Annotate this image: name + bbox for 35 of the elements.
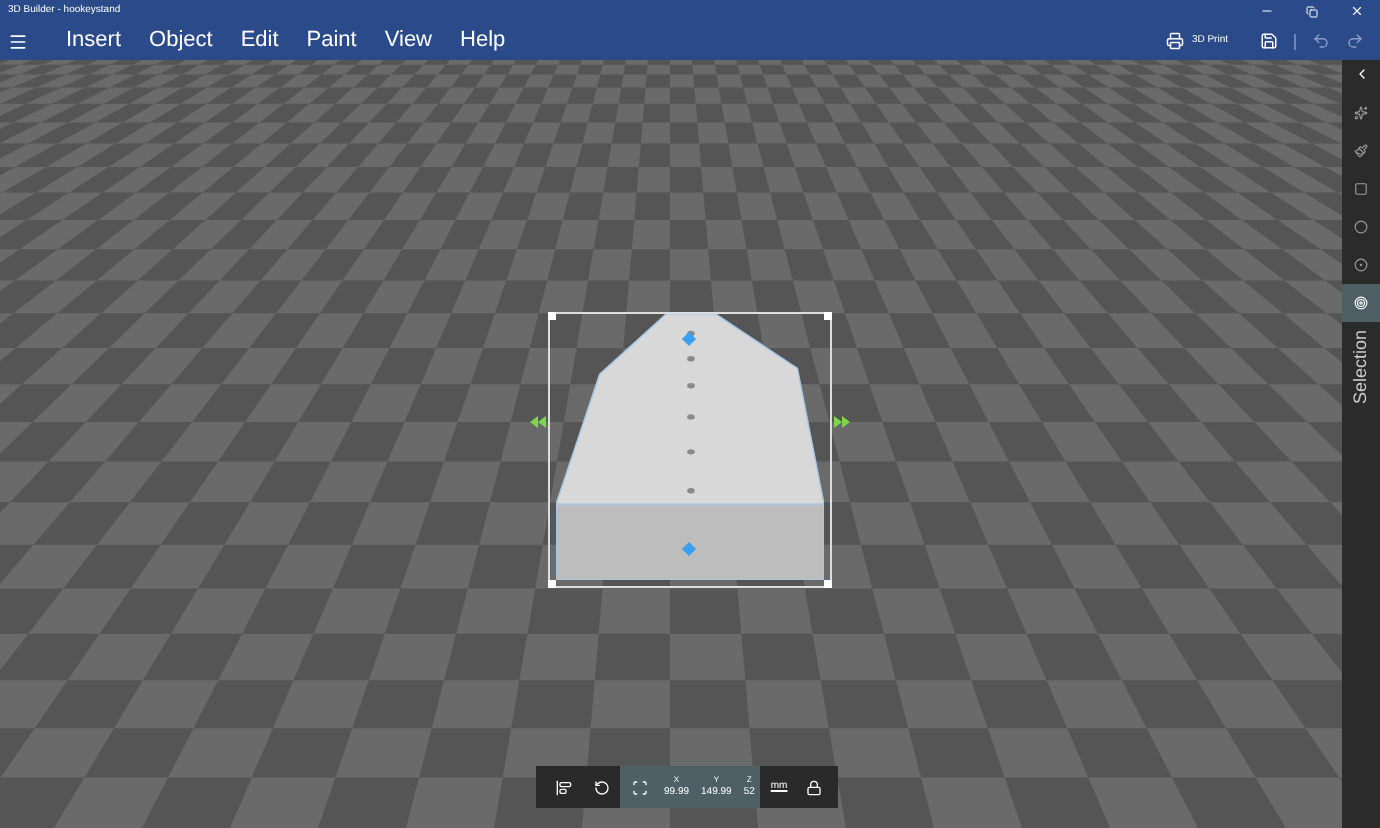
corner-handle[interactable] [824,312,832,320]
menu-item[interactable]: Help [446,30,520,52]
corner-handle[interactable] [548,580,556,588]
sphere-icon [1354,258,1368,272]
height-handle-icon[interactable] [681,541,697,557]
corner-handle[interactable] [824,580,832,588]
left-arrows-icon[interactable] [530,416,546,428]
rotate-icon [593,779,609,795]
save-icon[interactable] [1260,32,1278,50]
circle-icon [1354,220,1368,234]
scale-button[interactable] [620,766,658,808]
corner-handle[interactable] [548,312,556,320]
minimize-icon[interactable] [1260,4,1274,18]
menu-item[interactable]: Paint [292,30,371,52]
move-handle-icon[interactable] [681,331,697,347]
menu-item[interactable]: Edit [226,30,293,52]
menu-item[interactable]: Insert [52,30,136,52]
printer-icon [1165,32,1184,50]
square-icon [1354,182,1368,196]
restore-icon[interactable] [1306,5,1318,17]
panel-tab[interactable]: Selection [1347,330,1375,405]
undo-icon[interactable] [1312,32,1330,50]
redo-icon[interactable] [1346,32,1364,50]
align-icon [555,779,571,795]
menu-icon[interactable] [8,31,28,51]
lock-icon[interactable] [805,779,822,795]
sidebar-tool-button[interactable] [1342,284,1380,322]
right-arrows-icon[interactable] [834,416,850,428]
scale-icon [631,779,647,795]
menu-item[interactable]: View [370,30,447,52]
sparkle-icon [1354,106,1368,120]
brush-icon [1354,144,1368,158]
close-icon[interactable] [1350,4,1364,18]
target-icon [1354,296,1368,310]
menu-item[interactable]: Object [135,30,227,52]
